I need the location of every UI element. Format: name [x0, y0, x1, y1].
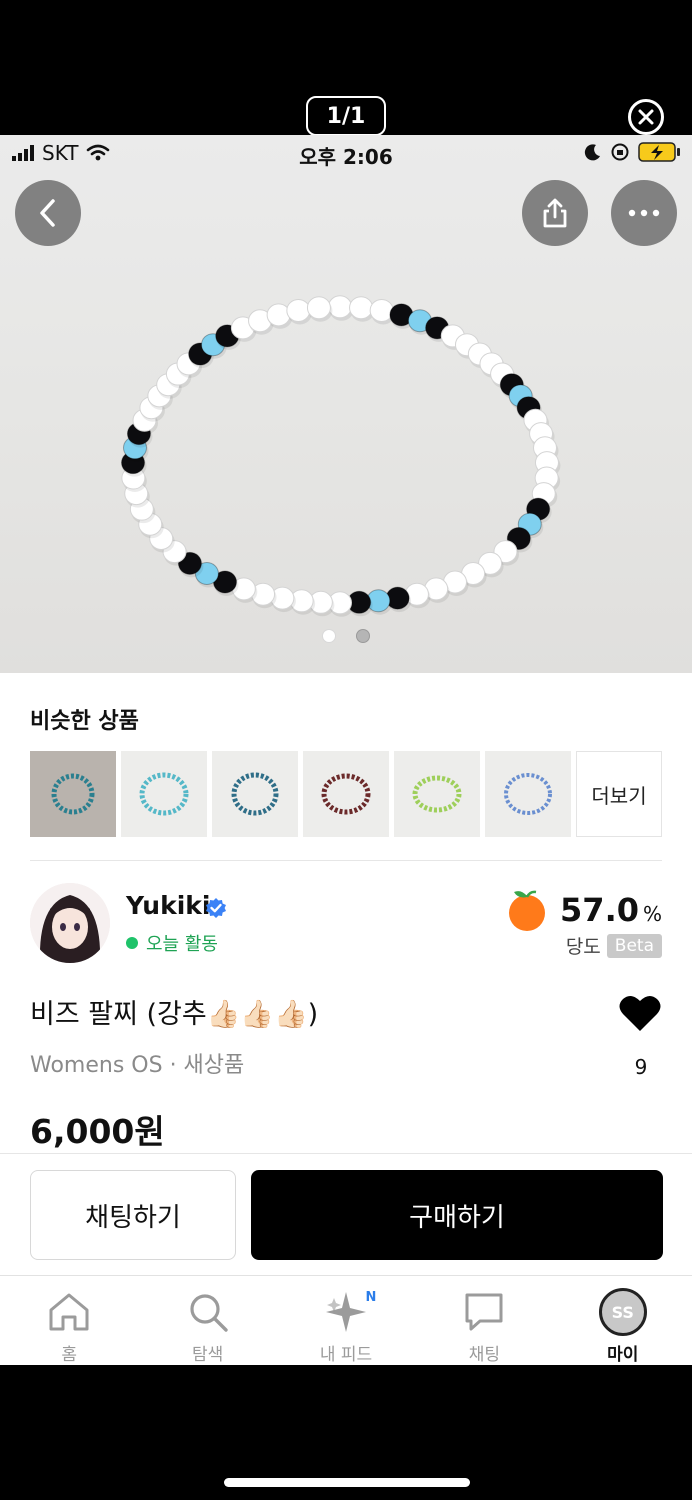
see-more-button[interactable]: 더보기	[576, 751, 662, 837]
like-count: 9	[634, 1055, 648, 1079]
bead	[328, 295, 352, 319]
like-button[interactable]	[618, 993, 662, 1037]
seller-avatar[interactable]	[30, 883, 110, 963]
similar-product-thumb[interactable]	[212, 751, 298, 837]
tab-search[interactable]: 탐색	[138, 1276, 276, 1365]
chat-icon	[465, 1293, 503, 1331]
bottom-tab-bar: 홈 탐색 N 내 피드 채팅 SS 마이	[0, 1275, 692, 1365]
my-avatar: SS	[598, 1288, 647, 1336]
product-price: 6,000원	[30, 1112, 165, 1151]
sweetness-unit: %	[642, 902, 662, 926]
buy-button[interactable]: 구매하기	[251, 1170, 663, 1260]
online-dot	[126, 937, 138, 949]
status-bar: SKT 오후 2:06	[0, 135, 692, 175]
search-icon	[189, 1294, 228, 1332]
home-indicator	[224, 1478, 470, 1487]
bead	[369, 298, 394, 322]
sweetness-label: 당도	[565, 936, 601, 958]
bead	[349, 296, 374, 320]
similar-product-thumb[interactable]	[394, 751, 480, 837]
orientation-lock-icon	[611, 143, 629, 161]
activity-label: 오늘 활동	[146, 934, 218, 955]
beta-badge: Beta	[606, 933, 662, 958]
divider	[30, 860, 662, 861]
page-dot	[356, 629, 370, 643]
bead	[286, 298, 311, 322]
ellipsis-icon	[628, 209, 660, 217]
tab-home[interactable]: 홈	[0, 1276, 138, 1365]
heart-icon	[619, 995, 661, 1031]
sweetness-score[interactable]: 57.0 %	[504, 887, 662, 933]
orange-icon	[509, 890, 546, 931]
tab-feed-label: 내 피드	[319, 1345, 373, 1365]
new-badge: N	[361, 1288, 380, 1306]
product-image[interactable]: SKT 오후 2:06	[0, 135, 692, 673]
product-title: 비즈 팔찌 (강추👍🏻👍🏻👍🏻)	[30, 999, 319, 1030]
battery-icon	[638, 142, 680, 162]
back-button[interactable]	[15, 180, 81, 246]
similar-product-thumb[interactable]	[303, 751, 389, 837]
image-pagination	[322, 629, 370, 643]
similar-product-thumb[interactable]	[30, 751, 116, 837]
image-counter: 1/1	[306, 96, 386, 136]
action-bar: 채팅하기 구매하기	[0, 1153, 692, 1276]
bead	[266, 303, 291, 327]
share-button[interactable]	[522, 180, 588, 246]
similar-product-thumb[interactable]	[485, 751, 571, 837]
share-icon	[543, 198, 567, 228]
sweetness-value: 57.0	[560, 891, 639, 929]
seller-name[interactable]: Yukiki	[126, 891, 210, 920]
close-icon	[638, 109, 654, 125]
similar-products-list: 더보기	[30, 751, 662, 837]
close-viewer-button[interactable]	[628, 99, 664, 135]
similar-products-title: 비슷한 상품	[30, 709, 139, 734]
tab-home-label: 홈	[61, 1345, 78, 1365]
bracelet-photo	[121, 295, 561, 617]
bead	[306, 296, 331, 320]
home-icon	[49, 1293, 89, 1331]
image-viewer-header: 1/1	[0, 0, 692, 136]
page-dot-active	[322, 629, 336, 643]
tab-my-label: 마이	[607, 1345, 639, 1365]
app-screen: SKT 오후 2:06 비슷한 상품 더보기 Yukiki 오늘 활동 57.0…	[0, 135, 692, 1365]
product-meta: Womens OS · 새상품	[30, 1053, 245, 1078]
tab-chat-label: 채팅	[468, 1345, 500, 1365]
sweetness-label-row: 당도 Beta	[566, 932, 662, 959]
more-options-button[interactable]	[611, 180, 677, 246]
verified-badge-icon	[206, 898, 226, 918]
tab-my[interactable]: SS 마이	[554, 1276, 692, 1365]
tab-feed[interactable]: N 내 피드	[277, 1276, 415, 1365]
moon-icon	[584, 144, 600, 161]
tab-chat[interactable]: 채팅	[415, 1276, 553, 1365]
chat-button[interactable]: 채팅하기	[30, 1170, 236, 1260]
similar-product-thumb[interactable]	[121, 751, 207, 837]
chevron-left-icon	[40, 199, 55, 227]
seller-activity: 오늘 활동	[126, 930, 218, 956]
tab-search-label: 탐색	[191, 1345, 224, 1365]
